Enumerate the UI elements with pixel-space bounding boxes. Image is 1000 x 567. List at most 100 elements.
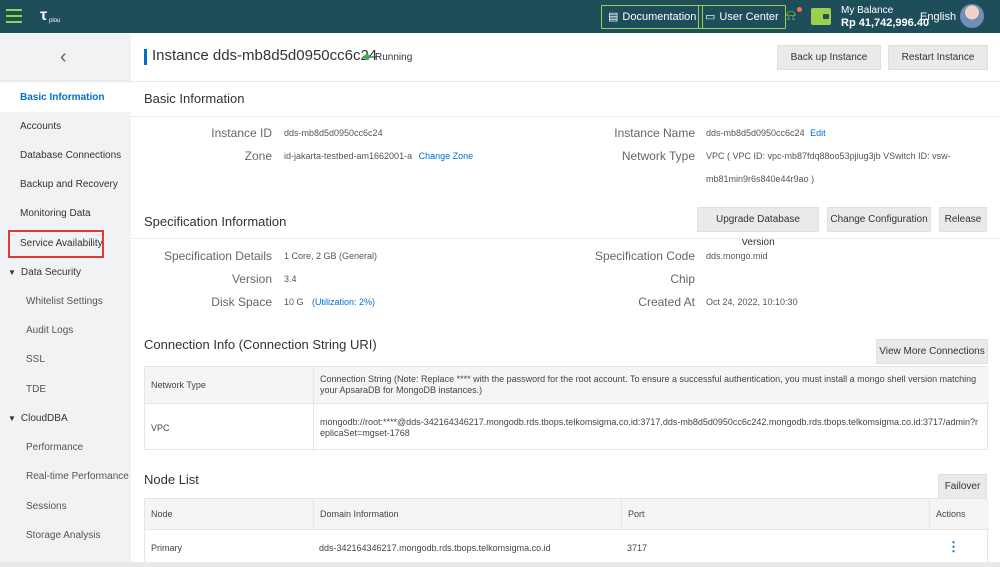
caret-down-icon: ▼ <box>8 268 16 277</box>
user-center-label: User Center <box>719 11 779 23</box>
document-icon: ▤ <box>608 11 619 23</box>
utilization-link[interactable]: (Utilization: 2%) <box>312 297 375 307</box>
wallet-icon[interactable] <box>811 8 831 25</box>
zone-label: Zone <box>244 149 272 163</box>
version-value: 3.4 <box>284 274 297 284</box>
user-center-button[interactable]: ▭ User Center <box>698 5 786 29</box>
sidebar-item-audit-logs[interactable]: Audit Logs <box>0 316 131 345</box>
language-selector[interactable]: English <box>920 11 956 23</box>
disk-space-label: Disk Space <box>211 295 272 309</box>
edit-name-link[interactable]: Edit <box>810 128 826 138</box>
logo-text: plou <box>49 18 61 24</box>
avatar[interactable] <box>960 4 984 28</box>
column-header-network-type: Network Type <box>151 380 206 390</box>
sidebar-item-backup-and-recovery[interactable]: Backup and Recovery <box>0 170 131 199</box>
sidebar-group-clouddba[interactable]: ▼ CloudDBA <box>0 404 131 433</box>
cell-connection-string[interactable]: mongodb://root:****@dds-342164346217.mon… <box>313 404 989 451</box>
more-actions-icon[interactable]: ⋮ <box>947 539 960 555</box>
sidebar-item-storage-analysis[interactable]: Storage Analysis <box>0 521 131 550</box>
column-header-actions: Actions <box>929 499 989 529</box>
documentation-button[interactable]: ▤ Documentation <box>601 5 704 29</box>
created-at-value: Oct 24, 2022, 10:10:30 <box>706 297 798 307</box>
monitor-icon: ▭ <box>705 11 716 23</box>
menu-icon[interactable] <box>6 9 22 23</box>
instance-name-value: dds-mb8d5d0950cc6c24 Edit <box>706 128 826 138</box>
sidebar-item-sessions[interactable]: Sessions <box>0 492 131 521</box>
disk-space-value: 10 G (Utilization: 2%) <box>284 297 375 307</box>
change-zone-link[interactable]: Change Zone <box>419 151 474 161</box>
status-dot-icon <box>364 54 370 60</box>
balance-label: My Balance <box>841 5 894 16</box>
title-bar: Instance dds-mb8d5d0950cc6c24 Running Ba… <box>131 33 1000 82</box>
status-badge: Running <box>364 52 412 63</box>
horizontal-scrollbar[interactable] <box>0 562 1000 567</box>
balance-value: Rp 41,742,996.40 <box>841 17 930 29</box>
column-header-port: Port <box>621 499 929 529</box>
documentation-label: Documentation <box>622 11 697 23</box>
sidebar-item-performance[interactable]: Performance <box>0 433 131 462</box>
column-header-domain: Domain Information <box>313 499 621 529</box>
table-row: Primary dds-342164346217.mongodb.rds.tbo… <box>145 530 989 566</box>
table-header-row: Node Domain Information Port Actions <box>145 499 989 530</box>
bell-icon[interactable]: ⍾ <box>786 6 803 25</box>
sidebar-item-database-connections[interactable]: Database Connections <box>0 141 131 170</box>
back-up-instance-button[interactable]: Back up Instance <box>777 45 881 70</box>
table-row: VPC mongodb://root:****@dds-342164346217… <box>145 404 989 451</box>
sidebar-item-basic-information[interactable]: Basic Information <box>0 83 131 112</box>
network-type-label: Network Type <box>621 149 695 163</box>
balance[interactable]: My Balance Rp 41,742,996.40 <box>841 5 929 29</box>
node-list-title: Node List <box>144 472 199 487</box>
column-header-node: Node <box>151 509 173 519</box>
instance-name-text: dds-mb8d5d0950cc6c24 <box>706 128 805 138</box>
notification-badge <box>796 6 803 13</box>
view-more-connections-button[interactable]: View More Connections <box>876 339 988 364</box>
specification-code-value: dds.mongo.mid <box>706 251 768 261</box>
instance-name-label: Instance Name <box>614 126 695 140</box>
sidebar-item-real-time-performance[interactable]: Real-time Performance <box>0 462 131 491</box>
zone-text: id-jakarta-testbed-am1662001-a <box>284 151 413 161</box>
disk-space-text: 10 G <box>284 297 304 307</box>
top-bar: τ plou ▤ Documentation ▭ User Center ⍾ My … <box>0 0 1000 33</box>
release-button[interactable]: Release <box>939 207 987 232</box>
restart-instance-button[interactable]: Restart Instance <box>888 45 988 70</box>
network-type-line1: VPC ( VPC ID: vpc-mb87fdq88oo53pjiug3jb … <box>706 151 951 161</box>
sidebar: ‹ Basic Information Accounts Database Co… <box>0 33 131 567</box>
chip-label: Chip <box>670 272 695 286</box>
collapse-sidebar-button[interactable]: ‹ <box>0 33 131 81</box>
sidebar-group-label: CloudDBA <box>20 413 68 424</box>
logo[interactable]: τ plou <box>40 7 62 27</box>
title-accent <box>144 49 147 65</box>
version-label: Version <box>231 272 272 286</box>
sidebar-group-data-security[interactable]: ▼ Data Security <box>0 258 131 287</box>
specification-code-label: Specification Code <box>594 249 695 263</box>
table-header-row: Network Type Connection String (Note: Re… <box>145 367 989 404</box>
divider <box>131 238 1000 239</box>
logo-icon: τ <box>40 7 48 24</box>
sidebar-item-tde[interactable]: TDE <box>0 375 131 404</box>
instance-id-label: Instance ID <box>211 126 272 140</box>
connection-table: Network Type Connection String (Note: Re… <box>144 366 989 451</box>
zone-value: id-jakarta-testbed-am1662001-a Change Zo… <box>284 151 473 161</box>
chevron-left-icon: ‹ <box>60 46 67 68</box>
node-table: Node Domain Information Port Actions Pri… <box>144 498 989 567</box>
cell-network-type: VPC <box>151 422 170 433</box>
basic-information-title: Basic Information <box>144 91 245 106</box>
caret-down-icon: ▼ <box>8 414 16 423</box>
specification-details-value: 1 Core, 2 GB (General) <box>284 251 378 261</box>
instance-id-value: dds-mb8d5d0950cc6c24 <box>284 128 383 138</box>
change-configuration-button[interactable]: Change Configuration <box>827 207 931 232</box>
failover-button[interactable]: Failover <box>938 474 987 499</box>
cell-port: 3717 <box>627 543 648 553</box>
specification-details-label: Specification Details <box>163 249 272 263</box>
upgrade-database-version-button[interactable]: Upgrade Database Version <box>697 207 819 248</box>
highlight-box <box>8 230 104 258</box>
created-at-label: Created At <box>638 295 695 309</box>
cell-domain: dds-342164346217.mongodb.rds.tbops.telko… <box>319 543 551 553</box>
network-type-line2: mb81min9r6s840e44r9ao ) <box>706 174 815 184</box>
page-title: Instance dds-mb8d5d0950cc6c24 <box>152 47 378 64</box>
sidebar-item-ssl[interactable]: SSL <box>0 345 131 374</box>
connection-info-title: Connection Info (Connection String URI) <box>144 337 377 352</box>
sidebar-item-whitelist-settings[interactable]: Whitelist Settings <box>0 287 131 316</box>
sidebar-item-accounts[interactable]: Accounts <box>0 112 131 141</box>
sidebar-item-monitoring-data[interactable]: Monitoring Data <box>0 199 131 228</box>
